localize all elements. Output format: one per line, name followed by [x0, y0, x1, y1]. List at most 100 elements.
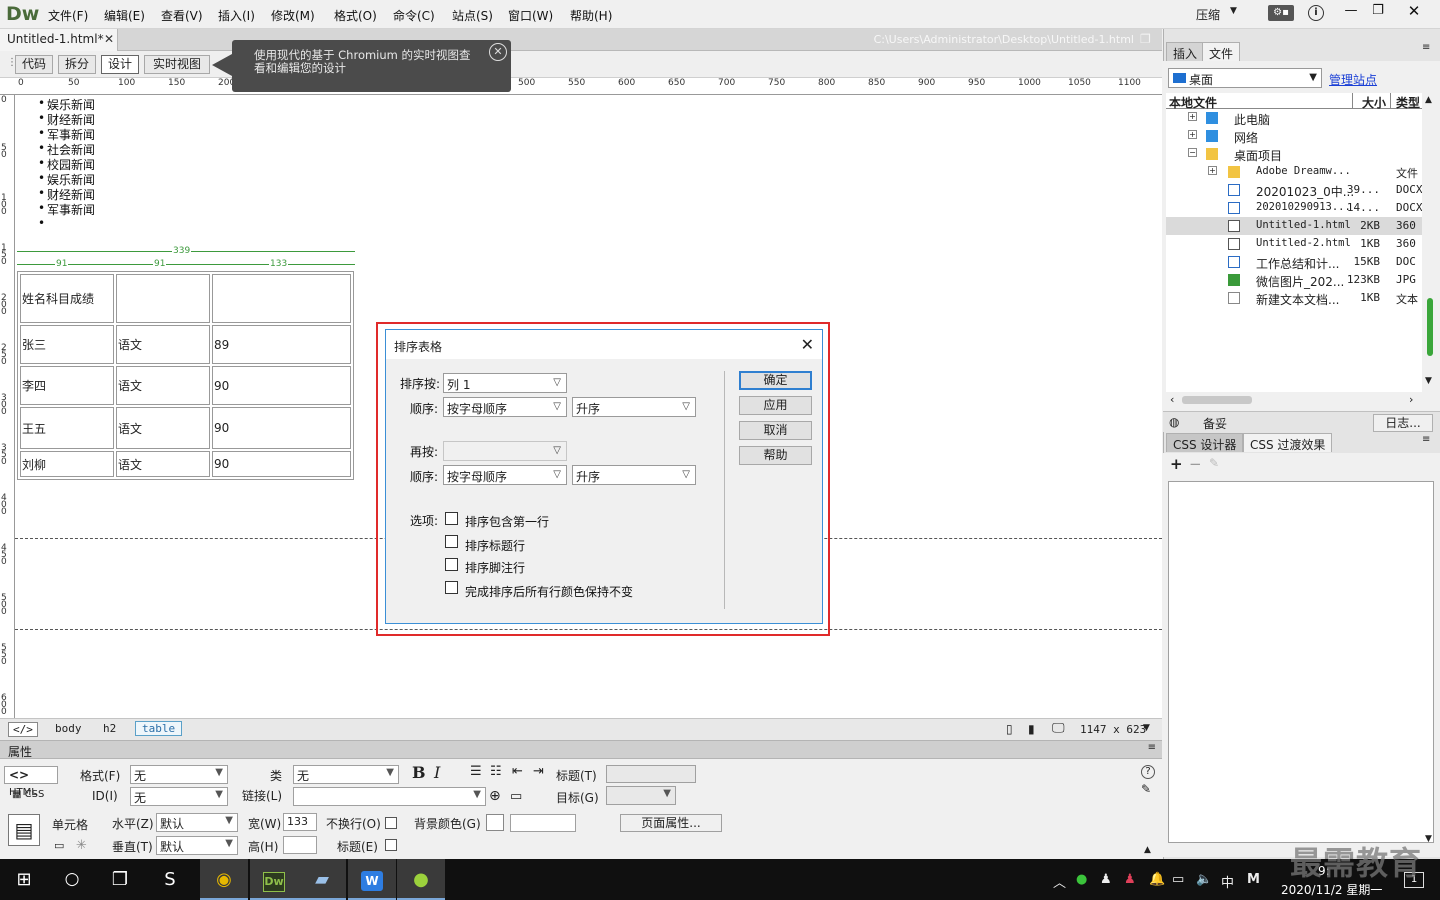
table-cell[interactable]: 89: [212, 325, 351, 364]
page-properties-button[interactable]: 页面属性...: [620, 814, 722, 832]
app-melon-icon[interactable]: ●: [397, 859, 445, 900]
windows-start-icon[interactable]: ⊞: [0, 859, 48, 900]
menu-commands[interactable]: 命令(C): [393, 7, 435, 24]
file-row[interactable]: Untitled-1.html 2KB 360: [1166, 217, 1422, 235]
vertical-select[interactable]: 默认 ▼: [156, 836, 238, 855]
wechat-icon[interactable]: ●: [1076, 872, 1087, 887]
table-cell[interactable]: 刘柳: [20, 451, 114, 477]
file-row[interactable]: 20201023_0中... 39... DOCX: [1166, 181, 1422, 199]
panel-menu-icon[interactable]: ≡: [1422, 434, 1430, 445]
file-row[interactable]: 工作总结和计... 15KB DOC: [1166, 253, 1422, 271]
html-mode-button[interactable]: <> HTML: [4, 766, 58, 798]
tab-files[interactable]: 文件: [1202, 42, 1241, 61]
window-size[interactable]: 1147 x 623: [1080, 723, 1146, 736]
point-to-file-icon[interactable]: ⊕: [489, 788, 501, 804]
table-cell[interactable]: 语文: [116, 325, 210, 364]
indent-icon[interactable]: ⇥: [533, 764, 544, 779]
link-select[interactable]: ▼: [293, 787, 486, 806]
menu-insert[interactable]: 插入(I): [218, 7, 255, 24]
table-cell[interactable]: 姓名科目成绩: [20, 274, 114, 323]
close-tab-icon[interactable]: ✕: [104, 32, 114, 46]
table-cell[interactable]: 90: [212, 407, 351, 449]
sort-by-select[interactable]: 列 1 ▽: [443, 373, 567, 393]
file-row[interactable]: 202010290913... 14... DOCX: [1166, 199, 1422, 217]
sort-footer-rows-checkbox[interactable]: [445, 558, 458, 571]
tag-body[interactable]: body: [55, 722, 82, 735]
sort-header-rows-checkbox[interactable]: [445, 535, 458, 548]
option-label[interactable]: 完成排序后所有行颜色保持不变: [465, 583, 633, 600]
css-mode-button[interactable]: ▦ CSS: [12, 789, 44, 800]
qq-icon[interactable]: ♟: [1100, 872, 1112, 887]
menu-file[interactable]: 文件(F): [48, 7, 88, 24]
restore-doc-icon[interactable]: ❐: [1140, 32, 1151, 46]
order-select[interactable]: 按字母顺序 ▽: [443, 397, 567, 417]
option-label[interactable]: 排序包含第一行: [465, 513, 549, 530]
sort-first-row-checkbox[interactable]: [445, 512, 458, 525]
dreamweaver-taskbar-icon[interactable]: Dw: [250, 859, 298, 900]
site-select[interactable]: 桌面 ▼: [1168, 68, 1322, 88]
format-select[interactable]: 无 ▼: [130, 765, 228, 784]
close-icon[interactable]: ✕: [489, 43, 507, 61]
horizontal-scrollbar[interactable]: ‹ ›: [1166, 392, 1422, 408]
file-row[interactable]: 新建文本文档... 1KB 文本: [1166, 289, 1422, 307]
class-select[interactable]: 无 ▼: [293, 765, 399, 784]
desktop-size-icon[interactable]: 🖵: [1052, 721, 1065, 736]
quick-tag-editor-icon[interactable]: ✎: [1141, 782, 1151, 796]
bold-button[interactable]: B: [412, 763, 426, 782]
keep-row-colors-checkbox[interactable]: [445, 581, 458, 594]
split-view-button[interactable]: 拆分: [58, 55, 96, 74]
list-item[interactable]: 军事新闻: [38, 201, 95, 218]
close-icon[interactable]: ✕: [801, 335, 814, 354]
restore-button[interactable]: ❐: [1360, 0, 1396, 23]
header-checkbox[interactable]: [385, 839, 397, 851]
color-swatch[interactable]: [486, 814, 504, 831]
column-width-label[interactable]: 133: [269, 259, 289, 269]
menu-help[interactable]: 帮助(H): [570, 7, 612, 24]
split-cells-icon[interactable]: ✳: [76, 838, 87, 853]
nowrap-checkbox[interactable]: [385, 817, 397, 829]
table-cell[interactable]: [212, 274, 351, 323]
file-row[interactable]: + 网络: [1166, 127, 1422, 145]
file-row[interactable]: + Adobe Dreamw... 文件: [1166, 163, 1422, 181]
info-icon[interactable]: i: [1308, 5, 1324, 21]
volume-icon[interactable]: 🔈: [1196, 872, 1212, 887]
table-cell[interactable]: 李四: [20, 366, 114, 405]
expand-icon[interactable]: +: [1208, 166, 1217, 175]
bgcolor-input[interactable]: [510, 814, 576, 832]
expand-icon[interactable]: +: [1188, 112, 1197, 121]
file-tree[interactable]: + 此电脑 + 网络 − 桌面项目 + Adobe Dreamw... 文件 20201023_0…: [1166, 109, 1422, 392]
tab-insert[interactable]: 插入: [1166, 42, 1205, 61]
column-width-label[interactable]: 91: [55, 259, 69, 269]
table-cell[interactable]: 90: [212, 451, 351, 477]
panel-menu-icon[interactable]: ≡: [1422, 42, 1430, 53]
app-s-icon[interactable]: S: [146, 859, 194, 900]
tag-table[interactable]: table: [135, 721, 183, 736]
apply-button[interactable]: 应用: [739, 396, 812, 415]
transitions-list[interactable]: [1168, 481, 1434, 843]
menu-view[interactable]: 查看(V): [161, 7, 203, 24]
tab-css-transitions[interactable]: CSS 过渡效果: [1243, 433, 1333, 452]
ime-mode-indicator[interactable]: M: [1247, 872, 1260, 887]
order2-select[interactable]: 按字母顺序 ▽: [443, 465, 567, 485]
browse-folder-icon[interactable]: ▭: [510, 789, 522, 804]
help-button[interactable]: 帮助: [739, 446, 812, 465]
title-input[interactable]: [606, 765, 696, 783]
table-cell[interactable]: 90: [212, 366, 351, 405]
close-window-button[interactable]: ✕: [1396, 0, 1432, 23]
tab-css-designer[interactable]: CSS 设计器: [1166, 433, 1244, 452]
workspace-switcher[interactable]: 压缩: [1196, 6, 1220, 23]
expand-icon[interactable]: +: [1188, 130, 1197, 139]
then-by-select[interactable]: ▽: [443, 441, 567, 461]
app-book-icon[interactable]: ▰: [298, 859, 346, 900]
menu-format[interactable]: 格式(O): [334, 7, 377, 24]
file-row[interactable]: + 此电脑: [1166, 109, 1422, 127]
option-label[interactable]: 排序脚注行: [465, 559, 525, 576]
cancel-button[interactable]: 取消: [739, 421, 812, 440]
tablet-size-icon[interactable]: ▮: [1028, 722, 1035, 736]
table-cell[interactable]: 张三: [20, 325, 114, 364]
menu-modify[interactable]: 修改(M): [271, 7, 315, 24]
direction-select[interactable]: 升序 ▽: [572, 397, 696, 417]
data-table[interactable]: 姓名科目成绩 张三 语文 89 李四 语文 90 王五 语文 90 刘柳 语文 …: [17, 271, 354, 480]
height-input[interactable]: [283, 836, 317, 854]
live-view-button[interactable]: 实时视图: [144, 55, 210, 74]
